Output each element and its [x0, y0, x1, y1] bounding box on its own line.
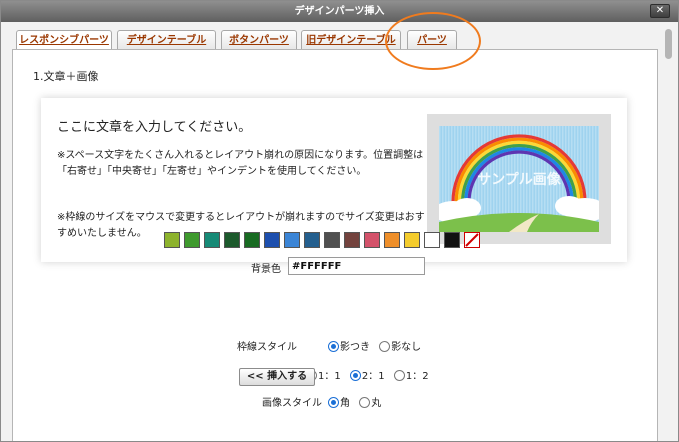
image-style-label: 画像スタイル	[262, 398, 322, 409]
no-color-swatch[interactable]	[464, 232, 480, 248]
tab-design-table[interactable]: デザインテーブル	[117, 30, 216, 50]
tab-old-design-table[interactable]: 旧デザインテーブル	[301, 30, 401, 50]
radio-ratio-1-2[interactable]: 1：2	[393, 370, 429, 382]
scrollbar-thumb[interactable]	[665, 29, 672, 59]
bg-color-label: 背景色	[251, 264, 281, 275]
radio-shadow-label: 影つき	[340, 342, 370, 353]
close-button[interactable]: ✕	[650, 4, 670, 18]
radio-no-shadow[interactable]: 影なし	[379, 341, 422, 353]
radio-no-shadow-label: 影なし	[391, 342, 422, 353]
border-style-label: 枠線スタイル	[237, 342, 297, 353]
insert-button[interactable]: << 挿入する	[239, 368, 315, 386]
sample-image: サンプル画像	[427, 114, 611, 244]
radio-round[interactable]: 丸	[359, 397, 382, 409]
color-swatch[interactable]	[364, 232, 380, 248]
radio-square-indicator[interactable]	[328, 397, 339, 408]
no-color-icon	[465, 233, 479, 247]
image-style-options: 角 丸	[328, 394, 387, 409]
tab-button-parts[interactable]: ボタンパーツ	[221, 30, 297, 50]
color-swatch[interactable]	[284, 232, 300, 248]
radio-ratio-1-2-label: 1：2	[405, 371, 429, 382]
preview-heading: ここに文章を入力してください。	[57, 120, 252, 135]
color-swatch[interactable]	[264, 232, 280, 248]
preview-note-spaces: ※スペース文字をたくさん入れるとレイアウト崩れの原因になります。位置調整は「右寄…	[57, 150, 424, 177]
radio-round-label: 丸	[371, 398, 382, 409]
vertical-scrollbar[interactable]	[660, 23, 678, 441]
border-ratio-options: 1：1 2：1 1：2	[306, 367, 435, 382]
radio-ratio-2-1-label: 2：1	[361, 371, 385, 382]
tab-responsive-parts[interactable]: レスポンシブパーツ	[16, 30, 112, 51]
color-swatch[interactable]	[204, 232, 220, 248]
radio-ratio-2-1[interactable]: 2：1	[349, 370, 385, 382]
radio-ratio-1-1-label: 1：1	[318, 371, 341, 382]
radio-shadow[interactable]: 影つき	[328, 341, 370, 353]
color-swatch[interactable]	[224, 232, 240, 248]
sample-image-label: サンプル画像	[477, 171, 562, 188]
color-swatch[interactable]	[164, 232, 180, 248]
radio-ratio-1-2-indicator[interactable]	[393, 370, 405, 381]
sample-image-graphic: サンプル画像	[439, 126, 599, 232]
color-swatch[interactable]	[404, 232, 420, 248]
bg-color-input[interactable]	[288, 257, 425, 275]
color-swatch[interactable]	[384, 232, 400, 248]
border-style-options: 影つき 影なし	[328, 338, 427, 353]
radio-shadow-indicator[interactable]	[328, 341, 339, 352]
color-swatch[interactable]	[444, 232, 460, 248]
tab-parts[interactable]: パーツ	[407, 30, 457, 50]
color-swatch[interactable]	[304, 232, 320, 248]
color-swatch[interactable]	[244, 232, 260, 248]
color-swatch[interactable]	[424, 232, 440, 248]
radio-square[interactable]: 角	[328, 397, 350, 409]
radio-square-label: 角	[340, 398, 350, 409]
color-swatch[interactable]	[184, 232, 200, 248]
dialog-title: デザインパーツ挿入	[294, 6, 385, 17]
section-title: 1.文章＋画像	[33, 70, 99, 83]
radio-no-shadow-indicator[interactable]	[379, 341, 391, 352]
close-icon: ✕	[655, 5, 665, 16]
dialog-titlebar: デザインパーツ挿入 ✕	[1, 1, 678, 22]
radio-round-indicator[interactable]	[359, 397, 371, 408]
design-parts-dialog: デザインパーツ挿入 ✕ レスポンシブパーツ デザインテーブル ボタンパーツ 旧デ…	[0, 0, 679, 442]
radio-ratio-2-1-indicator[interactable]	[349, 370, 361, 381]
color-swatch[interactable]	[344, 232, 360, 248]
color-swatch[interactable]	[324, 232, 340, 248]
